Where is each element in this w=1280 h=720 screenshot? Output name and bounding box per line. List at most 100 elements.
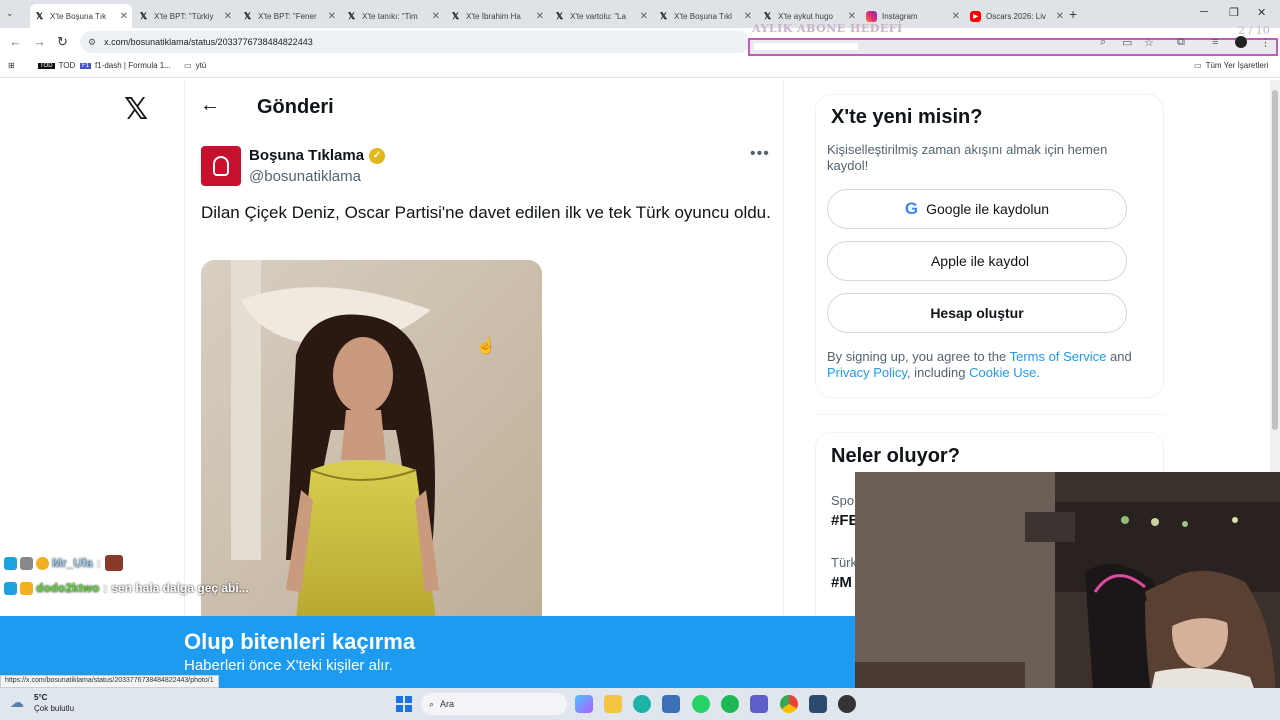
- forward-nav-icon[interactable]: →: [33, 34, 46, 49]
- legal-prefix: By signing up, you agree to the: [827, 349, 1010, 364]
- menu-dots-icon[interactable]: ⋮: [1260, 36, 1271, 49]
- tab-title: X'te BPT: "Fener: [258, 11, 317, 21]
- app-icon[interactable]: [809, 695, 827, 713]
- address-bar[interactable]: ⚙ x.com/bosunatiklama/status/20337767384…: [80, 31, 750, 53]
- site-info-icon[interactable]: ⚙: [88, 37, 96, 48]
- teams-icon[interactable]: [750, 695, 768, 713]
- tab-close-icon[interactable]: ✕: [536, 11, 544, 22]
- file-explorer-icon[interactable]: [604, 695, 622, 713]
- post-photo-image: [201, 260, 542, 620]
- folder-icon: ▭: [184, 61, 192, 70]
- tab-close-icon[interactable]: ✕: [744, 11, 752, 22]
- browser-tab[interactable]: 𝕏 X'te Boşuna Tıkl ✕: [654, 4, 756, 28]
- chat-badge-icon: [20, 556, 33, 570]
- new-tab-button[interactable]: +: [1069, 6, 1077, 22]
- tab-close-icon[interactable]: ✕: [952, 11, 960, 22]
- browser-tab[interactable]: 𝕏 X'te BPT: "Türkiy ✕: [134, 4, 236, 28]
- browser-tab[interactable]: 𝕏 X'te İbrahim Ha ✕: [446, 4, 548, 28]
- google-signup-button[interactable]: G Google ile kaydolun: [827, 189, 1127, 229]
- bookmark-star-icon[interactable]: ☆: [1144, 36, 1154, 49]
- start-tile: [396, 696, 403, 703]
- hand-icon: [213, 156, 229, 176]
- terms-link[interactable]: Terms of Service: [1010, 349, 1107, 364]
- back-nav-icon[interactable]: ←: [9, 34, 22, 49]
- restore-icon[interactable]: ❐: [1229, 6, 1239, 19]
- author-handle[interactable]: @bosunatiklama: [249, 168, 361, 185]
- tab-search-chevron-icon[interactable]: ⌄: [6, 8, 14, 19]
- banner-subtitle: Haberleri önce X'teki kişiler alır.: [184, 657, 393, 674]
- apps-grid-icon[interactable]: ⊞: [8, 61, 15, 70]
- all-bookmarks[interactable]: ▭ Tüm Yer İşaretleri: [1194, 61, 1268, 70]
- section-divider: [815, 414, 1165, 415]
- banner-title: Olup bitenleri kaçırma: [184, 629, 416, 654]
- bookmark-f1-dash[interactable]: F1 f1-dash | Formula 1...: [80, 61, 171, 70]
- tab-close-icon[interactable]: ✕: [120, 11, 128, 22]
- signup-title: X'te yeni misin?: [831, 106, 983, 128]
- cloud-icon[interactable]: ☁: [10, 694, 24, 711]
- tab-close-icon[interactable]: ✕: [432, 11, 440, 22]
- profile-avatar[interactable]: [1235, 36, 1247, 48]
- verified-badge-icon: ✓: [369, 147, 386, 164]
- apple-signup-button[interactable]: Apple ile kaydol: [827, 241, 1127, 281]
- more-options-icon[interactable]: •••: [750, 145, 770, 163]
- browser-tab[interactable]: 𝕏 X'te tanıkı: "Tim ✕: [342, 4, 444, 28]
- back-arrow-icon[interactable]: ←: [200, 94, 220, 117]
- post-photo[interactable]: [201, 260, 542, 620]
- obs-icon[interactable]: [838, 695, 856, 713]
- windows-start-icon[interactable]: [396, 696, 412, 712]
- author-avatar[interactable]: [201, 146, 241, 186]
- subscriber-goal-title: AYLIK ABONE HEDEFİ: [752, 22, 903, 35]
- tab-title: X'te Boşuna Tıkl: [674, 11, 732, 21]
- taskbar-search[interactable]: ⌕ Ara: [421, 693, 567, 715]
- zoom-icon[interactable]: ⌕: [1100, 36, 1106, 49]
- whatsapp-icon[interactable]: [692, 695, 710, 713]
- chat-message: Mr_Ufa :: [4, 555, 126, 571]
- f1-icon: F1: [80, 62, 92, 69]
- folder-icon: ▭: [1194, 61, 1202, 70]
- x-logo-icon[interactable]: 𝕏: [124, 92, 148, 127]
- weather-description[interactable]: Çok bulutlu: [34, 704, 74, 713]
- trends-title: Neler oluyor?: [831, 445, 960, 467]
- taskbar-search-placeholder: Ara: [440, 699, 455, 709]
- trend-category: Spo: [831, 493, 855, 508]
- close-window-icon[interactable]: ✕: [1257, 6, 1266, 19]
- copilot-icon[interactable]: [575, 695, 593, 713]
- media-icon[interactable]: ≡: [1212, 36, 1218, 48]
- tab-close-icon[interactable]: ✕: [1056, 11, 1064, 22]
- bookmark-label: f1-dash | Formula 1...: [95, 61, 171, 70]
- create-account-button[interactable]: Hesap oluştur: [827, 293, 1127, 333]
- bookmark-ytu[interactable]: ▭ ytü: [184, 61, 206, 70]
- cast-icon[interactable]: ▭: [1122, 36, 1132, 49]
- tab-title: X'te Boşuna Tık: [50, 11, 107, 21]
- spotify-icon[interactable]: [721, 695, 739, 713]
- chat-badge-icon: [36, 556, 49, 570]
- tab-close-icon[interactable]: ✕: [848, 11, 856, 22]
- bookmark-label: TOD: [58, 61, 76, 70]
- browser-tab[interactable]: ▶ Oscars 2026: Liv ✕: [966, 4, 1068, 28]
- tab-close-icon[interactable]: ✕: [224, 11, 232, 22]
- tab-title: X'te vartolu: "La: [570, 11, 626, 21]
- chrome-icon[interactable]: [780, 695, 798, 713]
- minimize-icon[interactable]: ─: [1200, 6, 1208, 18]
- tod-icon: TOD: [38, 62, 55, 69]
- tab-close-icon[interactable]: ✕: [640, 11, 648, 22]
- author-name[interactable]: Boşuna Tıklama ✓: [249, 147, 386, 164]
- trend-tag[interactable]: #M: [831, 574, 852, 591]
- cookie-link[interactable]: Cookie Use: [969, 365, 1036, 380]
- start-tile: [396, 705, 403, 712]
- chat-username: dodo2ktwo: [36, 581, 100, 595]
- privacy-link[interactable]: Privacy Policy: [827, 365, 907, 380]
- edge-icon[interactable]: [633, 695, 651, 713]
- reload-icon[interactable]: ↻: [57, 34, 68, 50]
- extensions-icon[interactable]: ⧉: [1177, 36, 1185, 49]
- weather-temperature[interactable]: 5°C: [34, 693, 47, 702]
- browser-tab[interactable]: 𝕏 X'te Boşuna Tık ✕: [30, 4, 132, 28]
- browser-tab[interactable]: 𝕏 X'te vartolu: "La ✕: [550, 4, 652, 28]
- scrollbar-thumb[interactable]: [1272, 90, 1278, 430]
- store-icon[interactable]: [662, 695, 680, 713]
- browser-tab[interactable]: 𝕏 X'te BPT: "Fener ✕: [238, 4, 340, 28]
- tab-close-icon[interactable]: ✕: [328, 11, 336, 22]
- x-icon: 𝕏: [139, 10, 148, 21]
- webcam-image: [855, 472, 1280, 720]
- bookmark-tod[interactable]: TOD TOD: [38, 61, 75, 70]
